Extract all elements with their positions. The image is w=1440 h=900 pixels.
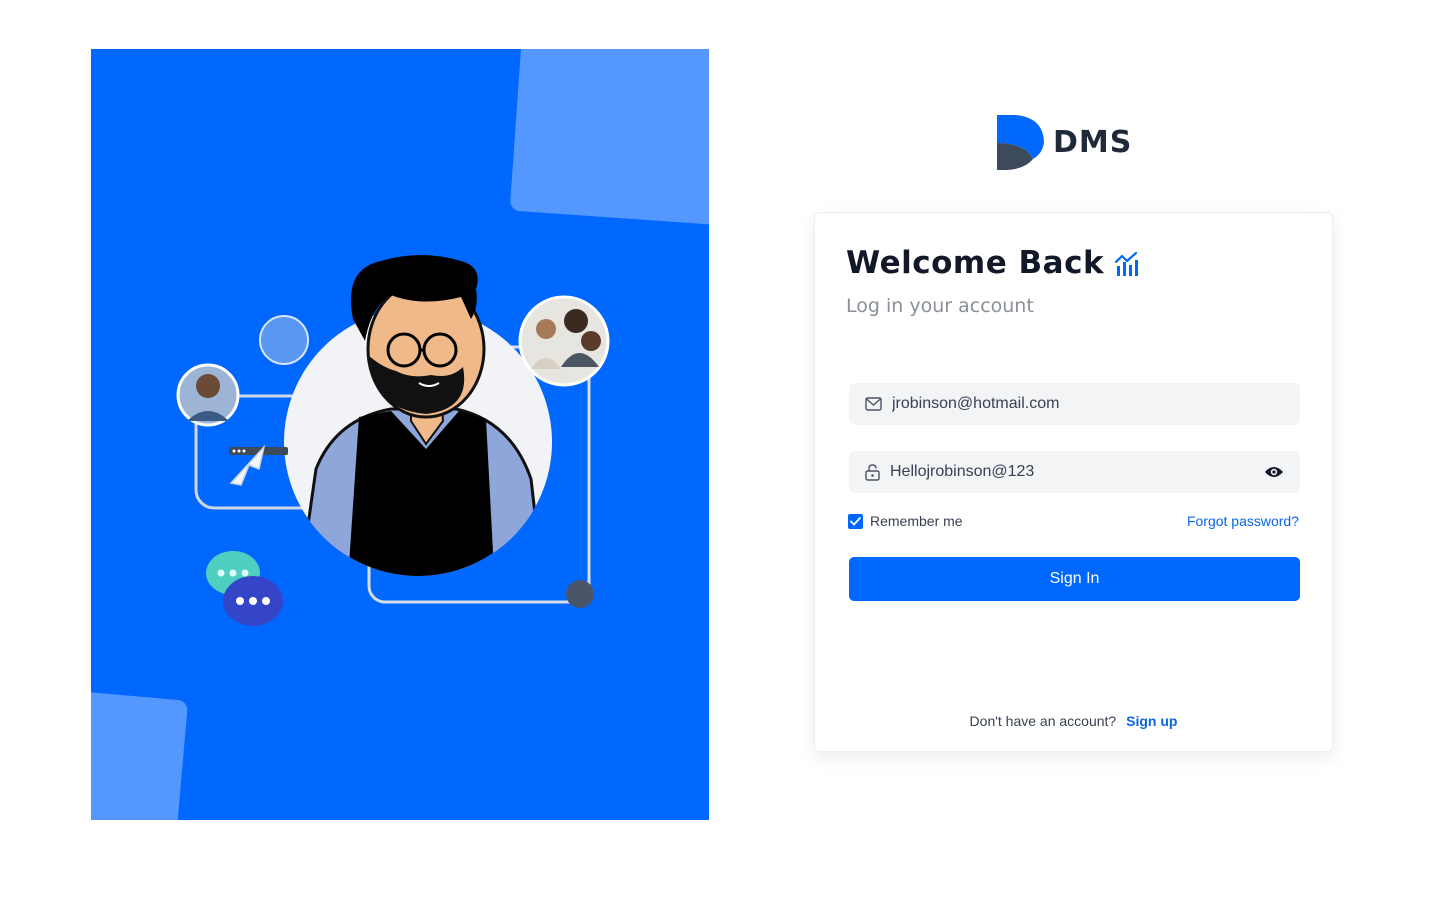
password-input[interactable] <box>890 463 1264 481</box>
deco-circle-blue <box>259 315 309 365</box>
check-icon <box>850 516 861 525</box>
dms-logo-icon <box>997 115 1044 170</box>
email-field[interactable] <box>849 383 1300 425</box>
signup-prompt: Don't have an account? Sign up <box>815 713 1332 729</box>
remember-me[interactable]: Remember me <box>848 513 963 529</box>
sign-in-button[interactable]: Sign In <box>849 557 1300 601</box>
login-subtitle: Log in your account <box>846 295 1034 317</box>
email-input[interactable] <box>892 395 1284 413</box>
hero-illustration <box>176 255 610 626</box>
brand-logo: DMS <box>995 113 1132 171</box>
password-field[interactable] <box>849 451 1300 493</box>
hero-panel <box>91 49 709 820</box>
welcome-title: Welcome Back <box>846 245 1140 281</box>
welcome-title-text: Welcome Back <box>846 245 1105 281</box>
remember-checkbox[interactable] <box>848 513 863 529</box>
eye-icon[interactable] <box>1264 465 1284 479</box>
brand-name: DMS <box>1053 124 1133 160</box>
remember-label: Remember me <box>870 513 963 529</box>
deco-dot-dark <box>566 580 594 608</box>
login-card: Welcome Back Log in your account jrobins… <box>814 212 1333 752</box>
forgot-password-link[interactable]: Forgot password? <box>1187 513 1299 529</box>
chart-icon <box>1114 251 1139 276</box>
no-account-text: Don't have an account? <box>969 713 1117 729</box>
mail-icon <box>865 397 882 411</box>
lock-icon <box>865 463 880 481</box>
sign-up-link[interactable]: Sign up <box>1126 713 1177 729</box>
